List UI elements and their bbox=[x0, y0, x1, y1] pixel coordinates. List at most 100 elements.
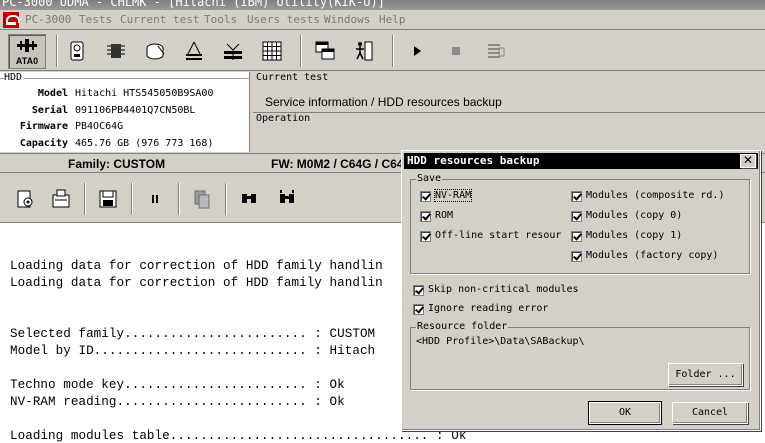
log-line: Techno mode key........................ … bbox=[10, 378, 345, 392]
modules-copy0-checkbox[interactable]: Modules (copy 0) bbox=[571, 210, 741, 224]
menu-pc3000[interactable]: PC-3000 bbox=[25, 13, 71, 26]
menu-users-tests[interactable]: Users tests bbox=[247, 13, 320, 26]
log-line: NV-RAM reading......................... … bbox=[10, 395, 345, 409]
binoculars-icon bbox=[242, 194, 256, 203]
menu-current-test[interactable]: Current test bbox=[120, 13, 199, 26]
grid-icon bbox=[262, 41, 282, 61]
heads-icon bbox=[186, 41, 202, 60]
list-icon bbox=[488, 44, 505, 58]
current-test-label: Current test bbox=[256, 72, 329, 83]
toolbar-separator bbox=[300, 35, 302, 67]
toolbar-separator bbox=[225, 183, 227, 215]
skip-noncritical-checkbox[interactable]: Skip non-critical modules bbox=[413, 284, 613, 298]
hdd-capacity-value: 465.76 GB (976 773 168) bbox=[75, 138, 214, 149]
copy-button[interactable] bbox=[187, 183, 217, 215]
windows-button[interactable] bbox=[310, 35, 340, 67]
app-icon[interactable] bbox=[3, 12, 20, 28]
modules-factory-label: Modules (factory copy) bbox=[586, 250, 719, 261]
platter-button[interactable] bbox=[218, 35, 248, 67]
floppy-icon bbox=[99, 190, 117, 208]
hdd-serial-row: Serial 091106PB4401Q7CN50BL bbox=[0, 105, 250, 121]
ignore-reading-error-checkbox[interactable]: Ignore reading error bbox=[413, 303, 613, 317]
checkbox-checked-icon bbox=[571, 211, 582, 222]
hdd-model-value: Hitachi HTS545050B9SA00 bbox=[75, 88, 214, 99]
log-button[interactable] bbox=[480, 35, 510, 67]
modules-composite-label: Modules (composite rd.) bbox=[586, 190, 725, 201]
exit-button[interactable] bbox=[349, 35, 379, 67]
nvram-checkbox[interactable]: NV-RAM bbox=[420, 189, 560, 204]
hdd-resources-backup-dialog: HDD resources backup ✕ Save NV-RAM ROM O… bbox=[401, 150, 761, 431]
resource-folder-group: Resource folder <HDD Profile>\Data\SABac… bbox=[410, 321, 750, 390]
exit-door-icon bbox=[356, 41, 373, 61]
toolbar-separator bbox=[392, 35, 394, 67]
save-button[interactable] bbox=[93, 183, 123, 215]
find-next-button[interactable] bbox=[272, 183, 302, 215]
close-icon[interactable]: ✕ bbox=[740, 154, 756, 168]
hdd-capacity-key: Capacity bbox=[19, 138, 68, 149]
skip-noncritical-label: Skip non-critical modules bbox=[428, 284, 579, 295]
drive-id-icon bbox=[70, 41, 84, 61]
rom-checkbox[interactable]: ROM bbox=[420, 210, 560, 224]
folder-button[interactable]: Folder ... bbox=[668, 363, 743, 386]
current-test-panel: Current test Service information / HDD r… bbox=[253, 72, 765, 112]
disk-drive-icon bbox=[146, 43, 165, 60]
hdd-firmware-value: PB4OC64G bbox=[75, 121, 124, 132]
chip-icon bbox=[107, 44, 125, 58]
platters-icon bbox=[224, 43, 242, 60]
hdd-group-border bbox=[0, 78, 250, 79]
ata-port-icon bbox=[17, 39, 37, 52]
hdd-info-panel: HDD Model Hitachi HTS545050B9SA00 Serial… bbox=[0, 72, 250, 152]
modules-factory-checkbox[interactable]: Modules (factory copy) bbox=[571, 250, 746, 264]
family-text: Family: CUSTOM bbox=[68, 157, 166, 171]
menu-tests[interactable]: Tests bbox=[79, 13, 112, 26]
copy-icon bbox=[194, 190, 210, 209]
rom-label: ROM bbox=[435, 210, 454, 221]
ata0-label: ATA0 bbox=[15, 56, 39, 66]
menu-help[interactable]: Help bbox=[379, 13, 406, 26]
disk-button[interactable] bbox=[140, 35, 170, 67]
menu-tools[interactable]: Tools bbox=[204, 13, 237, 26]
resource-folder-path: <HDD Profile>\Data\SABackup\ bbox=[416, 336, 585, 347]
toolbar-separator bbox=[84, 183, 86, 215]
resource-folder-label: Resource folder bbox=[416, 321, 509, 332]
binoculars-next-icon bbox=[280, 190, 294, 203]
find-button[interactable] bbox=[234, 183, 264, 215]
cascade-windows-icon bbox=[315, 41, 335, 60]
log-line: Selected family........................ … bbox=[10, 327, 376, 341]
operation-panel: Operation bbox=[253, 112, 765, 152]
ata0-button[interactable]: ATA0 bbox=[8, 34, 46, 69]
stop-icon bbox=[452, 47, 460, 55]
toolbar-separator bbox=[131, 183, 133, 215]
modules-composite-checkbox[interactable]: Modules (composite rd.) bbox=[571, 190, 741, 204]
profile-button[interactable] bbox=[46, 183, 76, 215]
hdd-model-key: Model bbox=[37, 88, 68, 99]
sector-map-button[interactable] bbox=[257, 35, 287, 67]
checkbox-checked-icon bbox=[571, 191, 582, 202]
firmware-text: FW: M0M2 / C64G / C64 bbox=[271, 157, 404, 171]
window-title: PC-3000 UDMA - CHLMK - [Hitachi (IBM) Ut… bbox=[2, 0, 385, 9]
hdd-model-row: Model Hitachi HTS545050B9SA00 bbox=[0, 88, 250, 104]
log-line: Loading data for correction of HDD famil… bbox=[10, 276, 383, 290]
cancel-button[interactable]: Cancel bbox=[672, 402, 748, 424]
offline-start-checkbox[interactable]: Off-line start resour bbox=[420, 230, 565, 244]
pause-icon bbox=[152, 195, 158, 203]
pause-button[interactable] bbox=[140, 183, 170, 215]
chip-button[interactable] bbox=[101, 35, 131, 67]
hdd-info-button[interactable] bbox=[62, 35, 92, 67]
head-button[interactable] bbox=[179, 35, 209, 67]
settings-button[interactable] bbox=[10, 183, 40, 215]
current-test-value: Service information / HDD resources back… bbox=[265, 95, 502, 109]
dialog-titlebar: HDD resources backup ✕ bbox=[404, 153, 758, 169]
ignore-reading-error-label: Ignore reading error bbox=[428, 303, 549, 314]
hdd-serial-value: 091106PB4401Q7CN50BL bbox=[75, 105, 196, 116]
stop-button[interactable] bbox=[441, 35, 471, 67]
window-titlebar: PC-3000 UDMA - CHLMK - [Hitachi (IBM) Ut… bbox=[0, 0, 765, 10]
checkbox-checked-icon bbox=[420, 211, 431, 222]
ok-button[interactable]: OK bbox=[588, 401, 662, 425]
start-button[interactable] bbox=[402, 35, 432, 67]
modules-copy1-checkbox[interactable]: Modules (copy 1) bbox=[571, 230, 741, 244]
menu-windows[interactable]: Windows bbox=[324, 13, 370, 26]
checkbox-checked-icon bbox=[571, 251, 582, 262]
hdd-serial-key: Serial bbox=[31, 105, 68, 116]
log-line: Loading modules table...................… bbox=[10, 429, 467, 443]
